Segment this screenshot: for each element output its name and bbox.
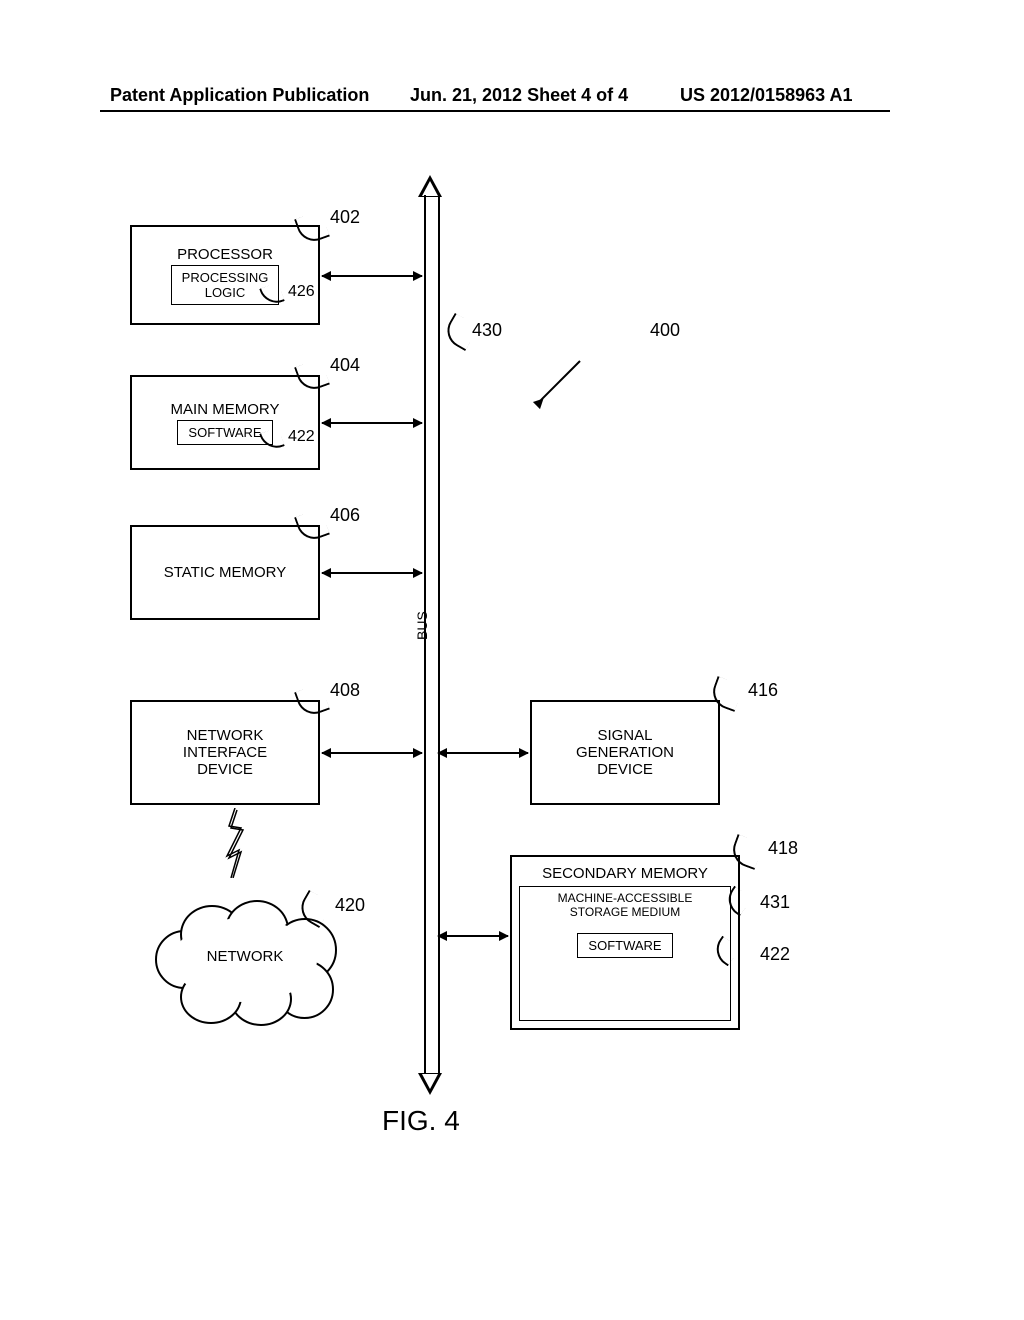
software-block: SOFTWARE — [177, 420, 272, 445]
bus-label: BUS — [414, 611, 430, 640]
header-mid: Jun. 21, 2012 Sheet 4 of 4 — [410, 85, 628, 106]
ref-400: 400 — [650, 320, 680, 341]
bus-arrow-down-icon — [418, 1073, 442, 1095]
static-memory-block: STATIC MEMORY — [130, 525, 320, 620]
wireless-link-icon — [225, 808, 245, 878]
machine-medium-block: MACHINE-ACCESSIBLE STORAGE MEDIUM SOFTWA… — [519, 886, 731, 1021]
ref-416: 416 — [748, 680, 778, 701]
ref-422b: 422 — [760, 944, 790, 965]
connector-mainmem-bus — [322, 422, 422, 424]
processor-label: PROCESSOR — [177, 246, 273, 263]
header-rule — [100, 110, 890, 112]
ref-404: 404 — [330, 355, 360, 376]
header-left: Patent Application Publication — [110, 85, 369, 106]
connector-bus-secondary — [438, 935, 508, 937]
header-right: US 2012/0158963 A1 — [680, 85, 852, 106]
static-memory-label: STATIC MEMORY — [164, 564, 287, 581]
ref-426: 426 — [288, 283, 315, 301]
ref-430: 430 — [472, 320, 502, 341]
connector-processor-bus — [322, 275, 422, 277]
network-label: NETWORK — [155, 948, 335, 965]
ref-418: 418 — [768, 838, 798, 859]
processing-logic-label: PROCESSING LOGIC — [182, 270, 269, 300]
connector-bus-signal — [438, 752, 528, 754]
ref-431: 431 — [760, 892, 790, 913]
figure-caption: FIG. 4 — [382, 1105, 460, 1137]
machine-medium-label: MACHINE-ACCESSIBLE STORAGE MEDIUM — [530, 891, 720, 919]
signal-generation-label: SIGNAL GENERATION DEVICE — [576, 727, 674, 778]
connector-nid-bus — [322, 752, 422, 754]
processor-block: PROCESSOR PROCESSING LOGIC — [130, 225, 320, 325]
main-memory-block: MAIN MEMORY SOFTWARE — [130, 375, 320, 470]
software-label: SOFTWARE — [188, 425, 261, 440]
network-interface-label: NETWORK INTERFACE DEVICE — [183, 727, 267, 778]
processing-logic-block: PROCESSING LOGIC — [171, 265, 280, 305]
signal-generation-block: SIGNAL GENERATION DEVICE — [530, 700, 720, 805]
software2-block: SOFTWARE — [577, 933, 672, 958]
ref-406: 406 — [330, 505, 360, 526]
bus-arrow-up-icon — [418, 175, 442, 197]
secondary-memory-block: SECONDARY MEMORY MACHINE-ACCESSIBLE STOR… — [510, 855, 740, 1030]
ref-408: 408 — [330, 680, 360, 701]
ref-420: 420 — [335, 895, 365, 916]
network-interface-block: NETWORK INTERFACE DEVICE — [130, 700, 320, 805]
connector-staticmem-bus — [322, 572, 422, 574]
ref-422a: 422 — [288, 428, 315, 446]
patent-figure-page: Patent Application Publication Jun. 21, … — [0, 0, 1024, 1320]
secondary-memory-label: SECONDARY MEMORY — [542, 865, 708, 882]
ref-402: 402 — [330, 207, 360, 228]
main-memory-label: MAIN MEMORY — [171, 401, 280, 418]
software2-label: SOFTWARE — [588, 938, 661, 953]
